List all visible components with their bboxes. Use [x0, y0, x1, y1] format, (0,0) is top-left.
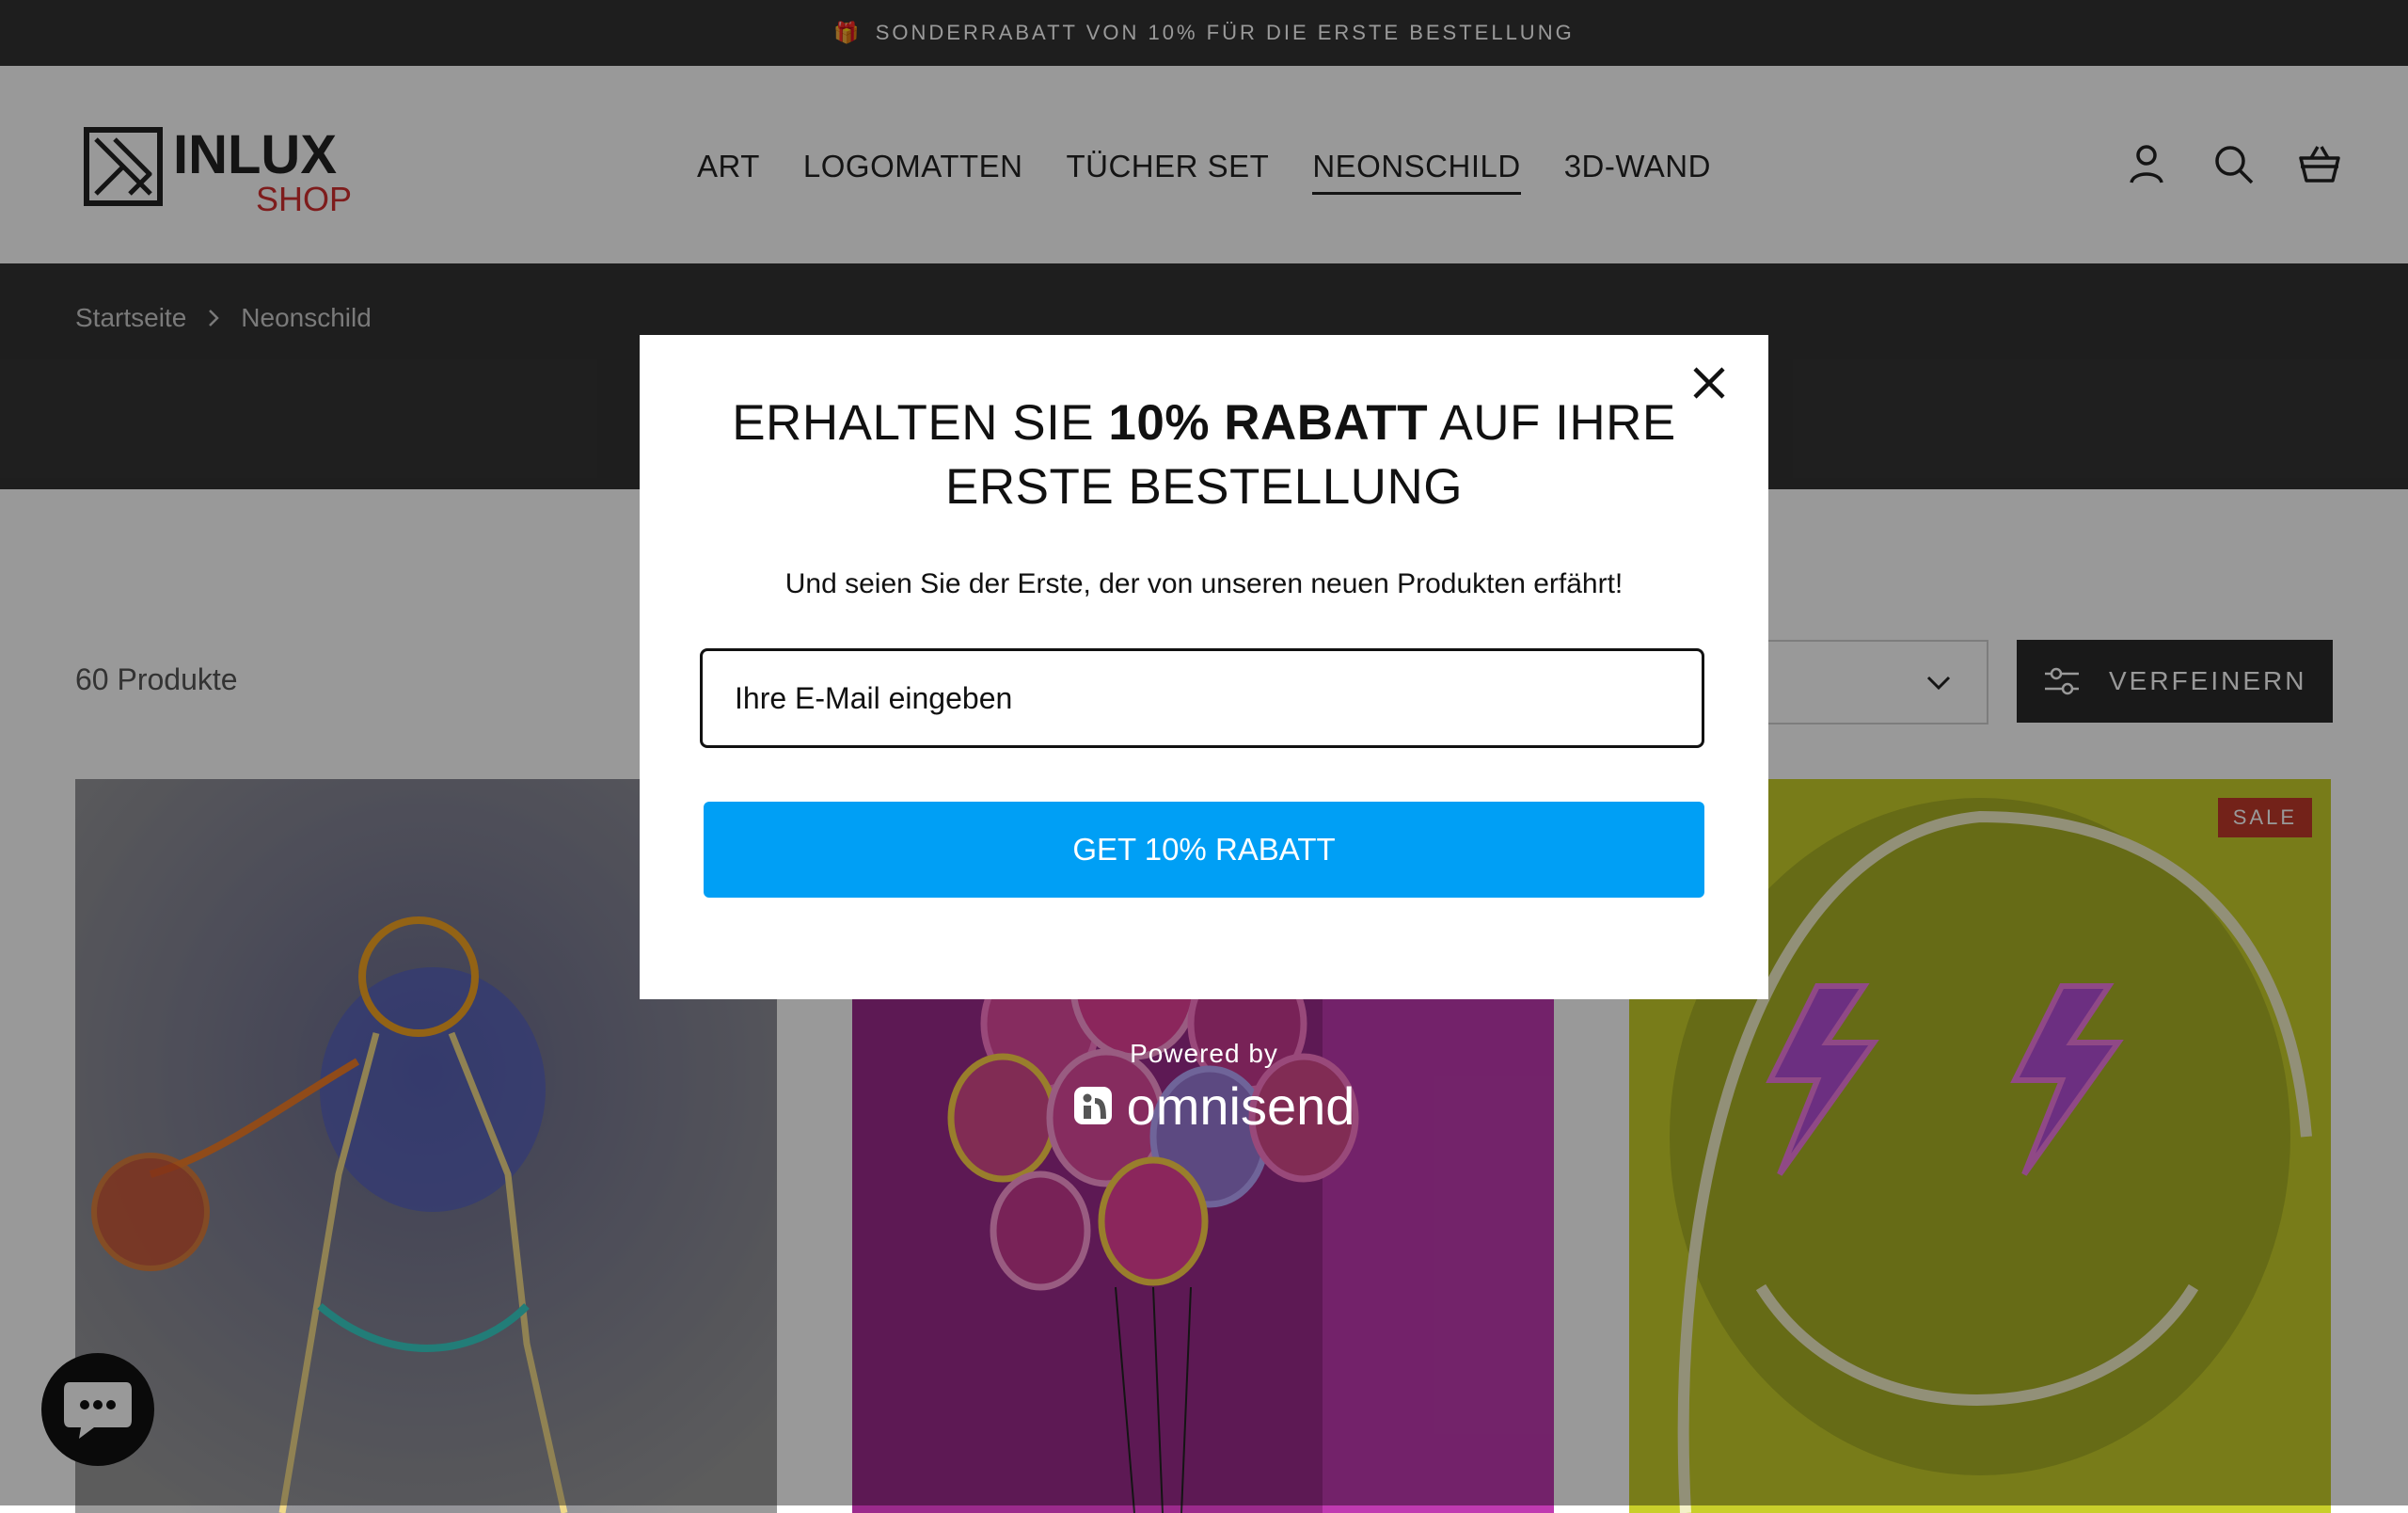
email-field[interactable] — [700, 648, 1704, 748]
popup-subtitle: Und seien Sie der Erste, der von unseren… — [784, 568, 1624, 599]
omnisend-brand[interactable]: omnisend — [1054, 1073, 1373, 1139]
discount-popup: ERHALTEN SIE 10% RABATT AUF IHRE ERSTE B… — [640, 335, 1768, 999]
get-discount-button[interactable]: GET 10% RABATT — [704, 802, 1704, 898]
omnisend-logo-icon — [1073, 1087, 1112, 1124]
powered-by: Powered by — [1130, 1039, 1278, 1068]
brand-name: omnisend — [1126, 1075, 1355, 1136]
popup-title: ERHALTEN SIE 10% RABATT AUF IHRE ERSTE B… — [732, 395, 1676, 515]
close-icon[interactable] — [1687, 361, 1731, 405]
